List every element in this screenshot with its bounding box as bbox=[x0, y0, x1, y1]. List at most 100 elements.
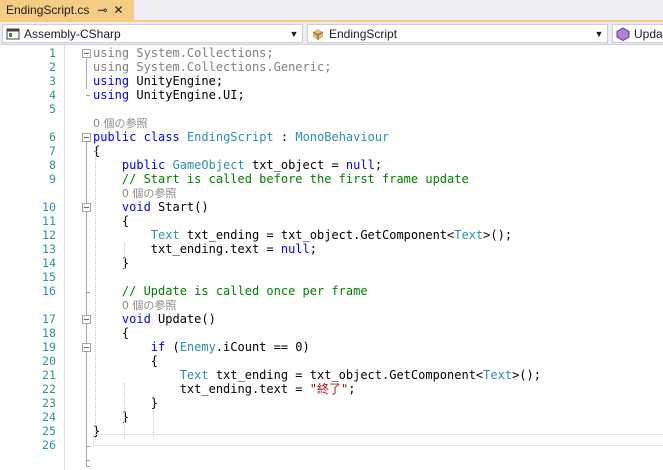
code-token: ; bbox=[348, 382, 356, 396]
code-token: EndingScript bbox=[186, 130, 274, 144]
indent-guide bbox=[95, 146, 96, 442]
code-token: public bbox=[121, 158, 166, 172]
code-line[interactable]: txt_ending.text = "終了"; bbox=[93, 382, 356, 397]
line-number: 24 bbox=[42, 410, 56, 424]
current-line-highlight bbox=[93, 434, 663, 446]
code-token: MonoBehaviour bbox=[295, 130, 390, 144]
code-token: UnityEngine; bbox=[129, 74, 224, 88]
code-lens-references[interactable]: 0 個の参照 bbox=[122, 299, 177, 313]
indent-guide bbox=[123, 243, 125, 269]
code-token: >(); bbox=[512, 368, 541, 382]
code-token: using bbox=[93, 60, 130, 74]
line-number: 23 bbox=[42, 396, 56, 410]
code-line[interactable]: { bbox=[93, 326, 129, 341]
collapse-icon[interactable] bbox=[82, 49, 91, 58]
code-lens-references[interactable]: 0 個の参照 bbox=[93, 117, 148, 131]
code-token: .iCount == 0) bbox=[215, 340, 310, 354]
code-line[interactable]: // Update is called once per frame bbox=[93, 284, 368, 299]
code-line[interactable]: using System.Collections.Generic; bbox=[93, 60, 332, 75]
code-token: ; bbox=[309, 242, 317, 256]
code-token: txt_ending.text = bbox=[93, 382, 310, 396]
code-line[interactable]: { bbox=[93, 214, 130, 229]
code-token: : bbox=[273, 130, 296, 144]
close-icon[interactable]: ✕ bbox=[113, 4, 123, 16]
chevron-down-icon[interactable]: ▼ bbox=[288, 25, 300, 42]
line-number: 1 bbox=[49, 46, 56, 60]
line-number: 17 bbox=[42, 312, 56, 326]
indent-guide bbox=[152, 411, 154, 437]
member-dropdown[interactable]: Update() bbox=[612, 24, 663, 43]
code-line[interactable]: { bbox=[93, 354, 159, 369]
code-token: using bbox=[93, 74, 130, 88]
code-token: System.Collections.Generic; bbox=[129, 60, 332, 74]
tab-title: EndingScript.cs bbox=[6, 3, 90, 17]
collapse-icon[interactable] bbox=[82, 203, 91, 212]
code-line[interactable]: using UnityEngine.UI; bbox=[93, 88, 245, 103]
code-token: System.Collections; bbox=[129, 46, 274, 60]
code-token: { bbox=[93, 354, 159, 368]
code-line[interactable]: txt_ending.text = null; bbox=[93, 242, 317, 257]
code-token: void bbox=[121, 200, 151, 214]
code-token: using bbox=[93, 46, 130, 60]
line-number: 26 bbox=[42, 438, 56, 452]
class-icon bbox=[312, 28, 324, 40]
code-line[interactable]: public GameObject txt_object = null; bbox=[93, 158, 382, 173]
line-number: 20 bbox=[42, 354, 56, 368]
code-line[interactable]: void Update() bbox=[93, 312, 216, 327]
code-token: ( bbox=[165, 340, 180, 354]
code-line[interactable]: using UnityEngine; bbox=[93, 74, 224, 89]
code-lens-references[interactable]: 0 個の参照 bbox=[122, 187, 177, 201]
code-token: txt_ending = txt_object.GetComponent< bbox=[179, 228, 455, 242]
code-line[interactable]: Text txt_ending = txt_object.GetComponen… bbox=[93, 368, 541, 383]
chevron-down-icon[interactable]: ▼ bbox=[593, 25, 605, 42]
code-token: void bbox=[121, 312, 151, 326]
line-number: 4 bbox=[49, 88, 56, 102]
outline-line bbox=[86, 352, 87, 446]
code-line[interactable]: void Start() bbox=[93, 200, 209, 215]
project-dropdown[interactable]: Assembly-CSharp ▼ bbox=[2, 24, 303, 43]
outline-end-tick bbox=[86, 292, 90, 293]
line-number: 3 bbox=[49, 74, 56, 88]
pin-icon[interactable]: ⊸ bbox=[97, 4, 107, 16]
type-dropdown[interactable]: EndingScript ▼ bbox=[307, 24, 608, 43]
code-token: if bbox=[150, 340, 166, 354]
line-number: 10 bbox=[42, 200, 56, 214]
collapse-icon[interactable] bbox=[82, 343, 91, 352]
outline-line bbox=[86, 58, 87, 89]
code-token: Text bbox=[179, 368, 209, 382]
code-line[interactable]: } bbox=[93, 396, 158, 411]
outline-line bbox=[86, 212, 87, 292]
type-name: EndingScript bbox=[329, 26, 398, 41]
line-number: 6 bbox=[49, 130, 56, 144]
collapse-icon[interactable] bbox=[82, 133, 91, 142]
outline-end-tick bbox=[86, 95, 90, 96]
code-line[interactable]: Text txt_ending = txt_object.GetComponen… bbox=[93, 228, 512, 243]
code-line[interactable]: if (Enemy.iCount == 0) bbox=[93, 340, 310, 355]
collapse-icon[interactable] bbox=[82, 315, 91, 324]
code-line[interactable]: public class EndingScript : MonoBehaviou… bbox=[93, 130, 390, 145]
code-token: null bbox=[345, 158, 375, 172]
code-token: { bbox=[93, 214, 130, 228]
code-text-area[interactable]: using System.Collections; using System.Co… bbox=[93, 45, 663, 470]
outline-end-tick bbox=[86, 446, 90, 447]
line-number: 21 bbox=[42, 368, 56, 382]
code-token: Start() bbox=[150, 200, 209, 214]
line-number: 18 bbox=[42, 326, 56, 340]
margin-divider bbox=[64, 45, 65, 470]
code-line[interactable]: // Start is called before the first fram… bbox=[93, 172, 469, 187]
line-number: 9 bbox=[49, 172, 56, 186]
code-token: Enemy bbox=[179, 340, 216, 354]
code-line[interactable]: using System.Collections; bbox=[93, 46, 274, 61]
line-number: 2 bbox=[49, 60, 56, 74]
code-token: // Update is called once per frame bbox=[121, 284, 368, 298]
tab-endingscript[interactable]: EndingScript.cs ⊸ ✕ bbox=[0, 0, 134, 20]
line-number: 11 bbox=[42, 214, 56, 228]
line-number: 19 bbox=[42, 340, 56, 354]
line-number: 14 bbox=[42, 256, 56, 270]
code-editor[interactable]: 1 2 3 4 5 6 7 8 9 10 11 12 13 14 15 16 17 18 19 20 21 22 23 24 2… bbox=[0, 45, 663, 470]
